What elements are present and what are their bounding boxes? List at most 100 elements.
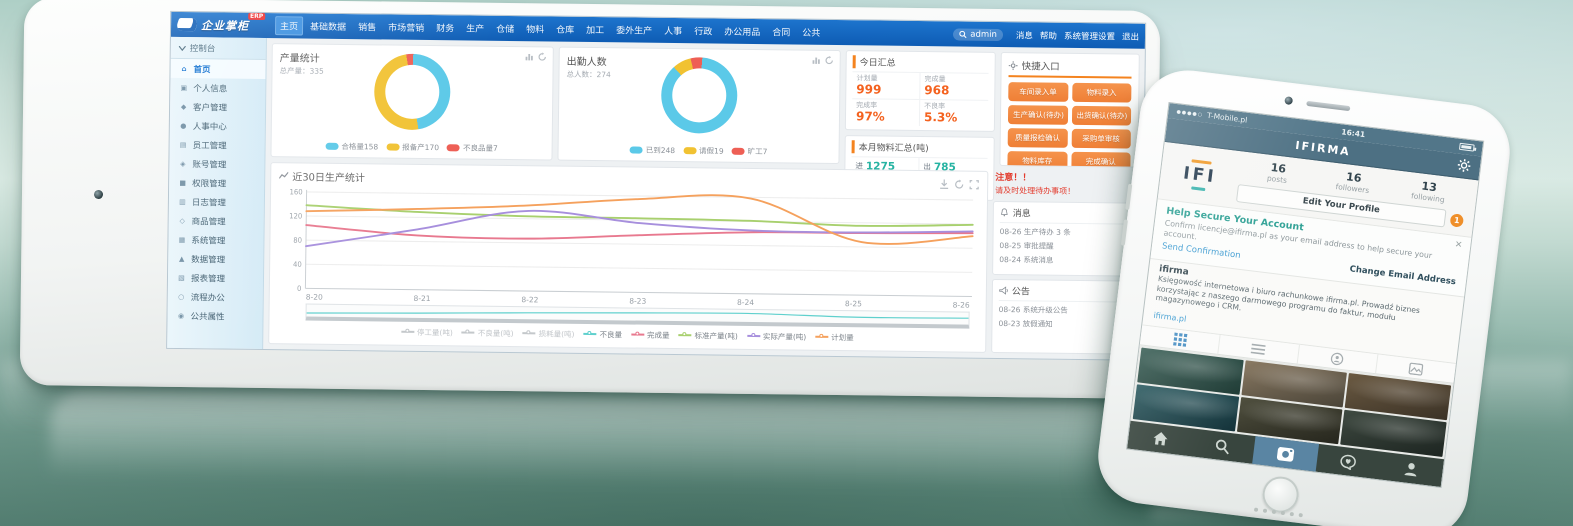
legend-item[interactable]: 不良品量7 [447,142,498,154]
message-item[interactable]: 08-26 生产待办 3 条 [1000,223,1131,239]
refresh-icon[interactable] [538,52,547,61]
nav-item[interactable]: 公共 [797,23,825,42]
user-pill[interactable]: admin [953,28,1003,41]
message-item[interactable]: 08-24 系统消息 [999,251,1130,267]
profile-stat[interactable]: 13following [1390,176,1468,207]
nav-item[interactable]: 办公用品 [719,22,765,42]
summary-stat: 完成量968 [920,72,988,100]
sidebar-item-icon: ◈ [178,159,187,167]
chart-legend-item[interactable]: 不良量(吨) [462,327,514,339]
line-chart[interactable]: 04080120160 [278,183,979,301]
sidebar-item[interactable]: ■权限管理 [169,173,264,193]
nav-item[interactable]: 销售 [353,17,381,36]
nav-right-link[interactable]: 帮助 [1040,31,1057,41]
notification-badge[interactable]: 1 [1450,213,1464,227]
close-icon[interactable]: ✕ [1454,240,1463,251]
sidebar-item[interactable]: ◆客户管理 [170,97,265,117]
sidebar-item-icon: ● [179,121,188,129]
legend-marker [401,331,414,333]
nav-right-link[interactable]: 系统管理设置 [1064,31,1115,42]
nav-item[interactable]: 仓储 [491,19,519,38]
legend-item[interactable]: 旷工7 [732,146,768,157]
nav-item[interactable]: 基础数据 [305,17,351,37]
production-donut-chart[interactable] [374,53,451,130]
quick-entry-button[interactable]: 物料库存 [1007,151,1067,168]
profile-stat[interactable]: 16followers [1314,167,1392,198]
nav-item[interactable]: 物料 [521,19,549,38]
megaphone-icon [999,286,1008,295]
app-logo[interactable]: 企业掌柜 ERP [177,16,249,33]
sidebar-item-label: 系统管理 [191,234,225,246]
refresh-icon[interactable] [954,179,964,189]
sidebar-item[interactable]: ◇商品管理 [169,211,264,231]
sidebar-header[interactable]: 控制台 [171,40,266,60]
sidebar-item[interactable]: ▦系统管理 [168,230,263,250]
nav-item[interactable]: 人事 [659,21,687,40]
chart-legend-item[interactable]: 停工量(吨) [401,326,453,338]
nav-item[interactable]: 仓库 [551,20,579,39]
sidebar-item[interactable]: ▥日志管理 [169,192,264,212]
legend-item[interactable]: 请假19 [683,145,724,156]
tagged-person-icon [1330,352,1344,366]
attendance-donut-chart[interactable] [661,57,738,134]
phone-earpiece [1306,101,1350,111]
sidebar-item[interactable]: ◉公共属性 [167,306,262,326]
legend-label: 停工量(吨) [417,326,453,337]
bar-chart-icon[interactable] [525,52,534,61]
announcement-item[interactable]: 08-23 放假通知 [998,315,1129,331]
nav-item[interactable]: 财务 [431,18,459,37]
svg-text:40: 40 [293,259,302,268]
chart-legend-item[interactable]: 标准产量(吨) [678,330,737,342]
chart-legend-item[interactable]: 不良量 [583,328,622,339]
nav-item[interactable]: 主页 [275,16,303,35]
download-icon[interactable] [939,179,949,189]
quick-entry-button[interactable]: 生产确认(待办) [1008,105,1068,125]
sidebar-item[interactable]: ▲数据管理 [168,249,263,269]
nav-item[interactable]: 委外生产 [611,20,657,40]
chart-legend-item[interactable]: 实际产量(吨) [747,330,806,342]
quick-entry-button[interactable]: 出货确认(待办) [1071,106,1131,126]
sidebar-item[interactable]: ●人事中心 [170,116,265,136]
quick-entry-button[interactable]: 物料录入 [1072,83,1132,103]
legend-item[interactable]: 合格量158 [325,141,378,153]
sidebar-item[interactable]: ▧报表管理 [168,268,263,288]
photo-map-icon [1408,362,1423,376]
sidebar-item[interactable]: ◈账号管理 [169,154,264,174]
list-icon [1251,343,1266,356]
settings-gear-icon[interactable] [1456,158,1472,177]
nav-item[interactable]: 生产 [461,18,489,37]
profile-avatar[interactable]: IFI [1168,149,1231,201]
nav-right-link[interactable]: 退出 [1122,32,1139,42]
legend-item[interactable]: 已到248 [630,144,675,156]
quick-entry-button[interactable]: 采购单审核 [1071,129,1131,149]
signal-dots: ●●●●○ [1176,109,1203,118]
sidebar-item[interactable]: ▣个人信息 [170,78,265,98]
fullscreen-icon[interactable] [969,179,979,189]
nav-item[interactable]: 市场营销 [383,17,429,37]
sidebar-item[interactable]: ⌂首页 [170,59,265,79]
legend-item[interactable]: 报备产170 [386,142,439,154]
refresh-icon[interactable] [825,56,834,65]
message-item[interactable]: 08-25 审批提醒 [999,237,1130,253]
announcement-item[interactable]: 08-26 系统升级公告 [999,301,1130,317]
nav-item[interactable]: 加工 [581,20,609,39]
quick-entry-button[interactable]: 质量报检确认 [1008,128,1068,148]
nav-right-link[interactable]: 消息 [1016,31,1033,41]
quick-entry-button[interactable]: 完成确认 [1071,152,1131,168]
legend-label: 标准产量(吨) [694,330,737,342]
sidebar-item[interactable]: ▤员工管理 [170,135,265,155]
tablet-screen: 企业掌柜 ERP 主页基础数据销售市场营销财务生产仓储物料仓库加工委外生产人事行… [166,11,1146,361]
tablet-reflection [49,387,1130,520]
chart-legend-item[interactable]: 完成量 [631,329,670,340]
chart-legend-item[interactable]: 损耗量(吨) [523,328,575,340]
chart-legend-item[interactable]: 计划量 [815,331,854,342]
nav-item[interactable]: 合同 [767,22,795,41]
legend-label: 损耗量(吨) [539,328,575,339]
sidebar-item[interactable]: ○流程办公 [168,287,263,307]
quick-entry-button[interactable]: 车间录入单 [1008,82,1068,102]
bio-link[interactable]: ifirma.pl [1153,311,1187,324]
profile-stat[interactable]: 16posts [1239,157,1317,188]
nav-item[interactable]: 行政 [689,21,717,40]
bar-chart-icon[interactable] [812,56,821,65]
legend-swatch [447,144,460,151]
